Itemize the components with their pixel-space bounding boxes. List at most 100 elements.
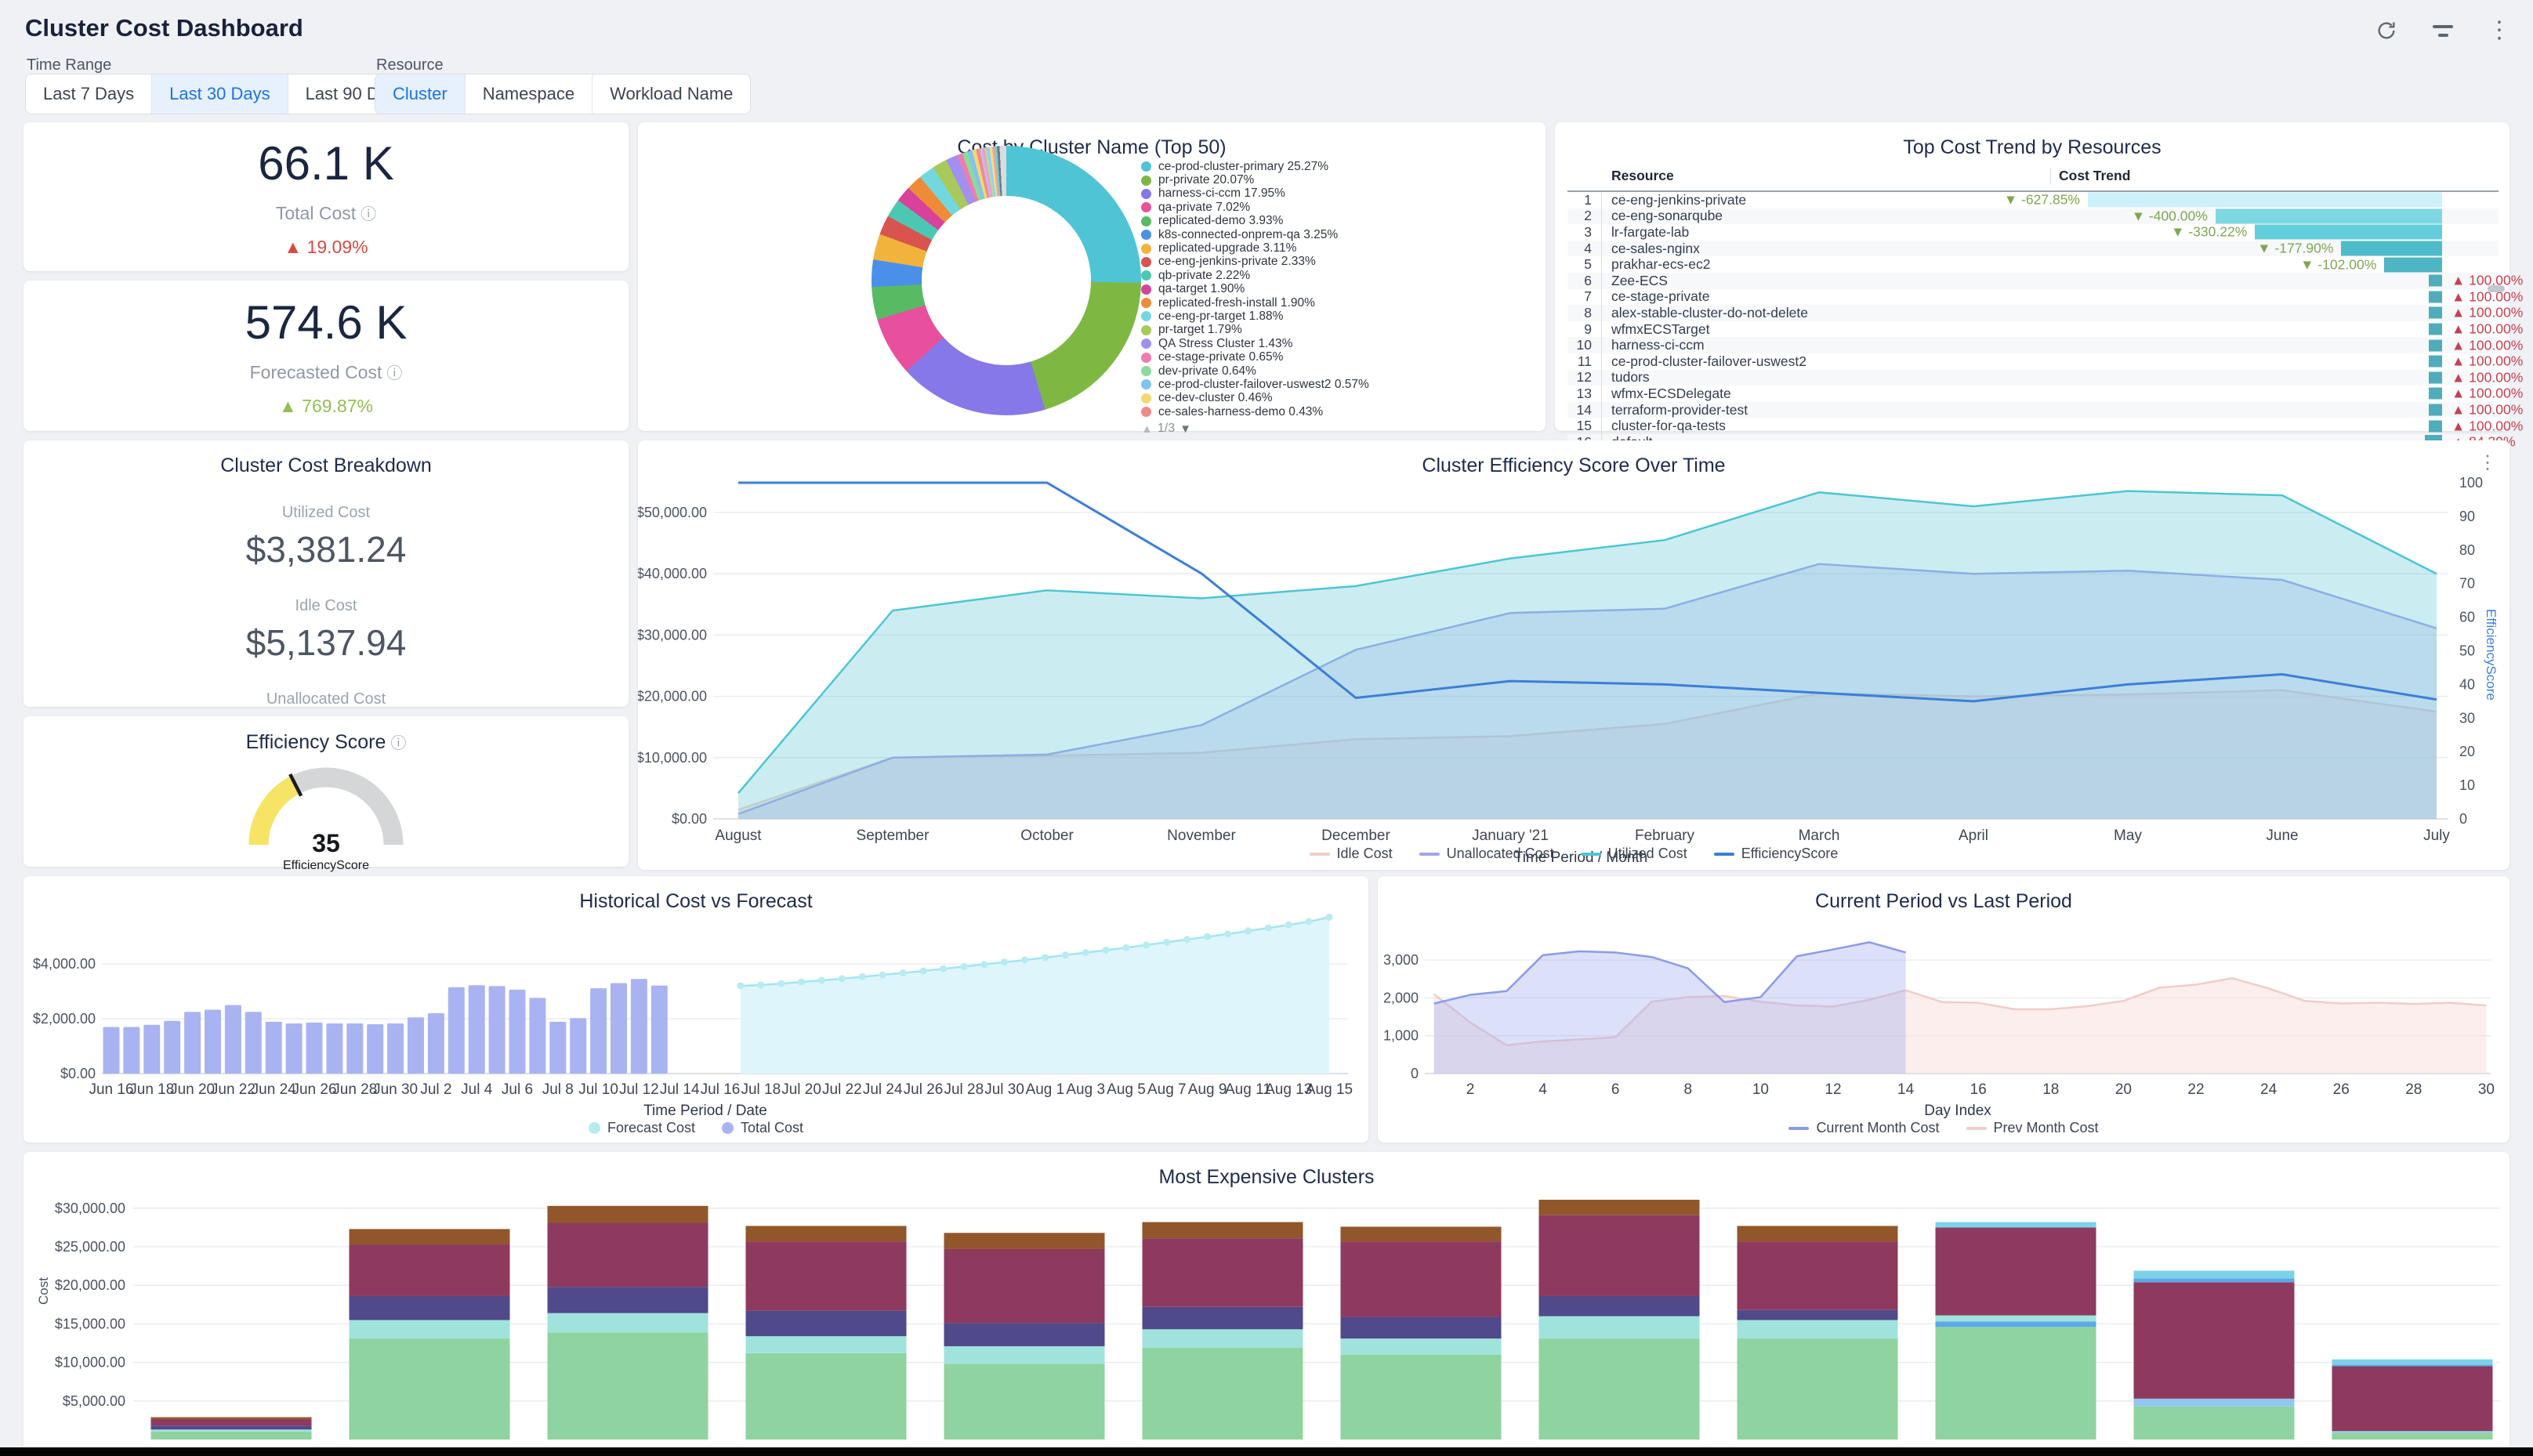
- legend-item[interactable]: Prev Month Cost: [1966, 1120, 2099, 1136]
- legend-item[interactable]: pr-private 20.07%: [1141, 173, 1369, 187]
- cell-rank: 9: [1567, 321, 1602, 338]
- refresh-icon[interactable]: [2373, 17, 2400, 44]
- svg-text:July: July: [2423, 828, 2450, 844]
- forecasted-cost-label: Forecasted Costⓘ: [250, 360, 403, 383]
- svg-text:$4,000.00: $4,000.00: [33, 956, 96, 972]
- info-icon[interactable]: ⓘ: [386, 365, 402, 382]
- info-icon[interactable]: ⓘ: [361, 206, 376, 223]
- legend-swatch: [1141, 407, 1151, 417]
- legend-item[interactable]: qb-private 2.22%: [1141, 269, 1369, 282]
- donut-chart[interactable]: [872, 146, 1141, 415]
- trend-bar: [2088, 193, 2442, 208]
- svg-text:10: 10: [1752, 1081, 1769, 1098]
- legend-item[interactable]: Current Month Cost: [1788, 1120, 1939, 1136]
- efficiency-score-panel: Efficiency Scoreⓘ 35 EfficiencyScore: [24, 716, 629, 867]
- legend-item[interactable]: dev-private 0.64%: [1141, 364, 1369, 378]
- svg-text:$5,000.00: $5,000.00: [63, 1393, 125, 1409]
- gauge-label: EfficiencyScore: [24, 859, 629, 873]
- legend-label: qa-target 1.90%: [1158, 282, 1245, 296]
- breakdown-label: Utilized Cost: [24, 504, 629, 522]
- trend-bar: [2341, 241, 2442, 256]
- total-cost-label: Total Costⓘ: [276, 201, 376, 224]
- svg-text:14: 14: [1897, 1081, 1915, 1098]
- svg-text:90: 90: [2459, 509, 2475, 524]
- breakdown-label: Unallocated Cost: [24, 690, 629, 708]
- table-row: 1ce-eng-jenkins-private▼ -627.85%: [1567, 192, 2499, 208]
- legend-item[interactable]: EfficiencyScore: [1714, 846, 1839, 862]
- legend-swatch: [1141, 189, 1151, 199]
- svg-text:8: 8: [1684, 1081, 1693, 1098]
- info-icon[interactable]: ⓘ: [390, 735, 406, 752]
- legend-item[interactable]: k8s-connected-onprem-qa 3.25%: [1141, 228, 1369, 241]
- legend-item[interactable]: ce-eng-jenkins-private 2.33%: [1141, 255, 1369, 269]
- page-indicator: 1/3: [1158, 422, 1175, 436]
- legend-item[interactable]: Unallocated Cost: [1419, 846, 1554, 862]
- svg-text:March: March: [1799, 828, 1840, 844]
- legend-item[interactable]: QA Stress Cluster 1.43%: [1141, 337, 1369, 350]
- cell-resource: ce-eng-jenkins-private: [1602, 192, 2050, 208]
- legend-item[interactable]: pr-target 1.79%: [1141, 324, 1369, 337]
- cell-cost-trend: ▲ 100.00%: [2050, 289, 2495, 306]
- legend-item[interactable]: Idle Cost: [1310, 846, 1393, 862]
- period-compare-panel: Current Period vs Last Period 01,0002,00…: [1378, 876, 2509, 1143]
- time-range-option-last-30-days[interactable]: Last 30 Days: [152, 74, 288, 114]
- resource-option-cluster[interactable]: Cluster: [375, 74, 466, 114]
- legend-item[interactable]: ce-prod-cluster-primary 25.27%: [1141, 160, 1369, 173]
- legend-item[interactable]: replicated-demo 3.93%: [1141, 215, 1369, 228]
- chart-legend: Forecast Cost Total Cost: [24, 1120, 1368, 1136]
- svg-text:30: 30: [2478, 1081, 2495, 1098]
- svg-text:Jul 14: Jul 14: [660, 1081, 700, 1098]
- legend-swatch: [1141, 366, 1151, 376]
- legend-item[interactable]: replicated-fresh-install 1.90%: [1141, 296, 1369, 310]
- breakdown-item: Idle Cost$5,137.94: [24, 597, 629, 664]
- legend-item[interactable]: Forecast Cost: [589, 1120, 695, 1136]
- svg-text:70: 70: [2459, 576, 2475, 592]
- legend-item[interactable]: Utilized Cost: [1581, 846, 1687, 862]
- window-edge: [0, 1447, 2533, 1456]
- legend-swatch: [722, 1122, 734, 1134]
- legend-item[interactable]: ce-dev-cluster 0.46%: [1141, 392, 1369, 405]
- legend-item[interactable]: ce-stage-private 0.65%: [1141, 350, 1369, 364]
- svg-text:1,000: 1,000: [1383, 1028, 1419, 1044]
- legend-item[interactable]: ce-eng-pr-target 1.88%: [1141, 310, 1369, 323]
- legend-item[interactable]: qa-target 1.90%: [1141, 283, 1369, 296]
- legend-item[interactable]: Total Cost: [722, 1120, 803, 1136]
- cell-rank: 10: [1567, 337, 1602, 353]
- resource-option-namespace[interactable]: Namespace: [466, 74, 592, 114]
- legend-item[interactable]: replicated-upgrade 3.11%: [1141, 241, 1369, 255]
- table-row: 9wfmxECSTarget▲ 100.00%: [1567, 321, 2499, 338]
- dashboard-page: Cluster Cost Dashboard ⋮ Time Range Last…: [0, 0, 2533, 1456]
- legend-label: Prev Month Cost: [1994, 1120, 2099, 1136]
- svg-text:Aug 3: Aug 3: [1066, 1081, 1105, 1098]
- trend-bar: [2216, 208, 2442, 223]
- svg-text:0: 0: [2459, 811, 2467, 827]
- svg-text:Jun 22: Jun 22: [211, 1081, 255, 1098]
- legend-item[interactable]: ce-sales-harness-demo 0.43%: [1141, 405, 1369, 418]
- legend-label: replicated-fresh-install 1.90%: [1158, 296, 1315, 310]
- legend-item[interactable]: harness-ci-ccm 17.95%: [1141, 187, 1369, 201]
- svg-text:January '21: January '21: [1472, 828, 1549, 844]
- resource-option-workload-name[interactable]: Workload Name: [592, 74, 750, 114]
- svg-text:Jun 26: Jun 26: [292, 1081, 336, 1098]
- legend-item[interactable]: qa-private 7.02%: [1141, 201, 1369, 214]
- svg-text:2,000: 2,000: [1383, 990, 1419, 1005]
- cell-resource: prakhar-ecs-ec2: [1602, 256, 2050, 273]
- time-range-label: Time Range: [27, 56, 111, 74]
- svg-text:Aug 7: Aug 7: [1147, 1081, 1187, 1098]
- page-up-icon[interactable]: ▲: [1141, 422, 1153, 436]
- svg-text:$50,000.00: $50,000.00: [638, 505, 707, 520]
- svg-text:November: November: [1167, 828, 1236, 844]
- legend-item[interactable]: ce-prod-cluster-failover-uswest2 0.57%: [1141, 378, 1369, 391]
- svg-text:Jul 16: Jul 16: [701, 1081, 741, 1098]
- svg-text:June: June: [2266, 828, 2298, 844]
- legend-swatch: [1141, 244, 1151, 254]
- kebab-menu-icon[interactable]: ⋮: [2486, 17, 2513, 44]
- filter-icon[interactable]: [2430, 17, 2456, 44]
- scrollbar-thumb[interactable]: [2488, 285, 2505, 292]
- time-range-option-last-7-days[interactable]: Last 7 Days: [26, 74, 152, 114]
- page-down-icon[interactable]: ▼: [1180, 422, 1191, 436]
- forecasted-cost-panel: 574.6 K Forecasted Costⓘ ▲ 769.87%: [24, 281, 629, 431]
- table-row: 5prakhar-ecs-ec2▼ -102.00%: [1567, 256, 2499, 273]
- legend-pagination: ▲ 1/3 ▼: [1141, 422, 1369, 436]
- trend-value: ▲ 100.00%: [2451, 288, 2523, 305]
